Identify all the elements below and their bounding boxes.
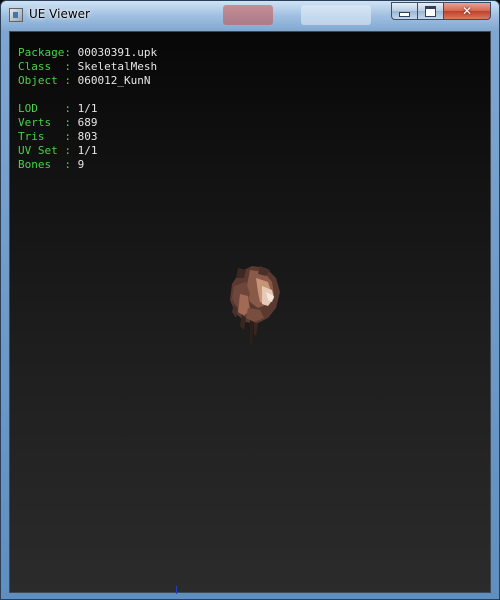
mesh-info-overlay: Package: 00030391.upk Class : SkeletalMe… (18, 46, 157, 172)
info-value: 803 (77, 130, 98, 143)
viewport[interactable]: Package: 00030391.upk Class : SkeletalMe… (9, 31, 491, 594)
info-row-package: Package: 00030391.upk (18, 46, 157, 60)
info-row-class: Class : SkeletalMesh (18, 60, 157, 74)
info-row-tris: Tris : 803 (18, 130, 157, 144)
info-label: Object : (18, 74, 71, 87)
close-button[interactable]: ✕ (443, 2, 491, 20)
info-label: Verts : (18, 116, 71, 129)
title-bar[interactable]: UE Viewer ✕ (1, 1, 499, 31)
background-window-glimpse (301, 5, 371, 25)
info-row-lod: LOD : 1/1 (18, 102, 157, 116)
background-window-glimpse (223, 5, 273, 25)
info-value: 1/1 (77, 144, 98, 157)
info-row-bones: Bones : 9 (18, 158, 157, 172)
info-row-object: Object : 060012_KunN (18, 74, 157, 88)
info-value: 9 (77, 158, 85, 171)
info-row-verts: Verts : 689 (18, 116, 157, 130)
info-value: 060012_KunN (77, 74, 151, 87)
window-title: UE Viewer (29, 7, 90, 21)
minimize-icon (399, 11, 410, 17)
maximize-icon (425, 5, 436, 17)
info-label: LOD : (18, 102, 71, 115)
info-label: Class : (18, 60, 71, 73)
info-label: Bones : (18, 158, 71, 171)
info-value: SkeletalMesh (77, 60, 158, 73)
app-window: UE Viewer ✕ Package: 00030391.upk Class … (0, 0, 500, 600)
info-label: Tris : (18, 130, 71, 143)
info-value: 00030391.upk (77, 46, 158, 59)
info-value: 689 (77, 116, 98, 129)
info-row-uvset: UV Set : 1/1 (18, 144, 157, 158)
minimize-button[interactable] (391, 2, 418, 20)
info-label: UV Set : (18, 144, 71, 157)
info-value: 1/1 (77, 102, 98, 115)
app-icon (9, 8, 23, 22)
maximize-button[interactable] (417, 2, 444, 20)
close-icon: ✕ (461, 4, 473, 18)
origin-axis-marker (176, 586, 177, 594)
mesh-render[interactable] (220, 264, 284, 356)
info-label: Package: (18, 46, 71, 59)
